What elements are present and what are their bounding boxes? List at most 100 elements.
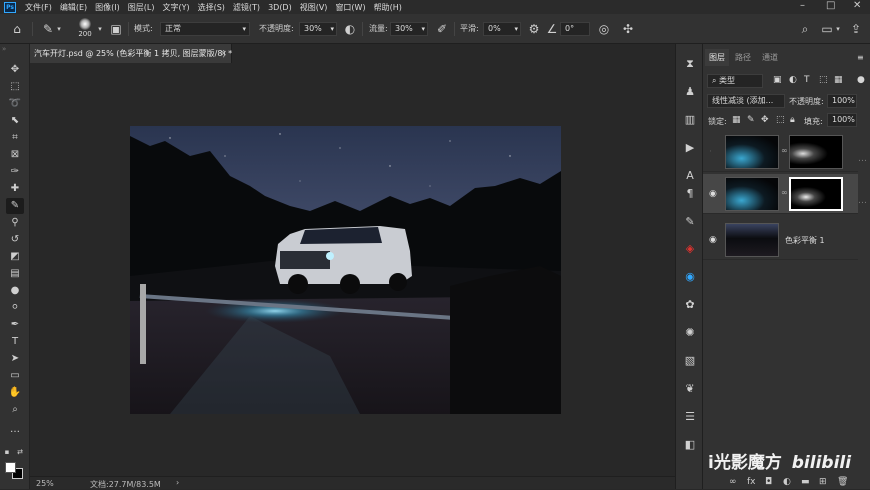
layer-opacity-input[interactable]: 100% <box>827 94 857 108</box>
document-tab[interactable]: 汽车开灯.psd @ 25% (色彩平衡 1 拷贝, 图层蒙版/8) * ✕ <box>30 44 232 63</box>
menu-image[interactable]: 图像(I) <box>91 2 124 13</box>
mode-select[interactable]: 正常 ▾ <box>160 22 250 36</box>
chevron-down-icon[interactable]: ▾ <box>55 21 63 37</box>
airbrush-icon[interactable]: ✐ <box>434 21 450 37</box>
visibility-eye-icon[interactable]: ◉ <box>709 189 717 199</box>
menu-filter[interactable]: 滤镜(T) <box>229 2 264 13</box>
menu-file[interactable]: 文件(F) <box>21 2 56 13</box>
layer-mask-thumbnail[interactable] <box>789 135 843 169</box>
close-tab-icon[interactable]: ✕ <box>220 44 227 63</box>
blend-mode-select[interactable]: 线性减淡 (添加... <box>707 94 785 108</box>
patterns-icon[interactable]: ❦ <box>681 381 699 397</box>
new-adjustment-icon[interactable]: ◐ <box>783 477 791 487</box>
navigator-icon[interactable]: ◧ <box>681 437 699 453</box>
symmetry-butterfly-icon[interactable]: ✣ <box>620 21 636 37</box>
new-group-icon[interactable]: ▬ <box>801 477 810 487</box>
link-icon[interactable]: ∞ <box>781 188 788 197</box>
pressure-opacity-icon[interactable]: ◐ <box>342 21 358 37</box>
histogram-icon[interactable]: ▥ <box>681 112 699 128</box>
filter-adjustment-icon[interactable]: ◐ <box>789 75 797 85</box>
menu-view[interactable]: 视图(V) <box>296 2 332 13</box>
filter-shape-icon[interactable]: ⬚ <box>819 75 828 85</box>
properties-icon[interactable]: ☰ <box>681 409 699 425</box>
brush-settings-icon[interactable]: ▣ <box>108 21 124 37</box>
type-tool-icon[interactable]: T <box>6 334 24 350</box>
smoothing-input[interactable]: 0% ▾ <box>483 22 521 36</box>
path-selection-tool-icon[interactable]: ➤ <box>6 351 24 367</box>
menu-select[interactable]: 选择(S) <box>194 2 229 13</box>
menu-help[interactable]: 帮助(H) <box>370 2 406 13</box>
lock-position-icon[interactable]: ✥ <box>761 115 769 125</box>
new-layer-icon[interactable]: ⊞ <box>819 477 827 487</box>
gradient-tool-icon[interactable]: ▤ <box>6 266 24 282</box>
menu-type[interactable]: 文字(Y) <box>158 2 193 13</box>
adjustments-icon[interactable]: ✺ <box>681 325 699 341</box>
workspace-icon[interactable]: ▭ <box>819 21 835 37</box>
foreground-color-swatch[interactable] <box>5 462 16 473</box>
more-tools-icon[interactable]: … <box>6 422 24 438</box>
menu-3d[interactable]: 3D(D) <box>264 3 296 12</box>
actions-play-icon[interactable]: ▶ <box>681 140 699 156</box>
panel-collapse-icon[interactable]: » <box>2 46 28 53</box>
pen-tool-icon[interactable]: ✒ <box>6 317 24 333</box>
layer-row[interactable]: ◉ 色彩平衡 1 <box>703 220 858 260</box>
brush-tool-icon[interactable]: ✎ <box>6 198 24 214</box>
panel-menu-icon[interactable]: ≡ <box>857 53 864 62</box>
maximize-icon[interactable]: □ <box>826 0 835 12</box>
search-icon[interactable]: ⌕ <box>797 21 813 37</box>
link-icon[interactable]: ∞ <box>781 146 788 155</box>
lasso-tool-icon[interactable]: ➰ <box>6 96 24 112</box>
home-icon[interactable]: ⌂ <box>9 21 25 37</box>
character-icon[interactable]: A <box>681 168 699 184</box>
layer-row[interactable]: · ∞ <box>703 132 858 172</box>
default-colors-icon[interactable]: ▪ <box>2 444 12 460</box>
frame-tool-icon[interactable]: ⊠ <box>6 147 24 163</box>
brush-tool-icon[interactable]: ✎ <box>40 21 56 37</box>
lock-artboard-icon[interactable]: ⬚ <box>776 115 785 125</box>
swap-colors-icon[interactable]: ⇄ <box>15 444 25 460</box>
visibility-eye-icon[interactable]: ◉ <box>709 235 717 245</box>
tab-channels[interactable]: 通道 <box>758 49 782 66</box>
crop-tool-icon[interactable]: ⌗ <box>6 130 24 146</box>
paragraph-icon[interactable]: ¶ <box>681 186 699 202</box>
pressure-size-icon[interactable]: ◎ <box>596 21 612 37</box>
libraries-icon[interactable]: ♟ <box>681 84 699 100</box>
zoom-level[interactable]: 25% <box>36 479 54 488</box>
zoom-tool-icon[interactable]: ⌕ <box>6 402 24 418</box>
rectangle-tool-icon[interactable]: ▭ <box>6 368 24 384</box>
lock-image-icon[interactable]: ✎ <box>747 115 755 125</box>
eyedropper-tool-icon[interactable]: ✑ <box>6 164 24 180</box>
gear-icon[interactable]: ⚙ <box>526 21 542 37</box>
share-icon[interactable]: ⇪ <box>848 21 864 37</box>
tab-layers[interactable]: 图层 <box>705 49 729 66</box>
document-canvas[interactable] <box>130 126 561 414</box>
marquee-tool-icon[interactable]: ⬚ <box>6 79 24 95</box>
chevron-down-icon[interactable]: ▾ <box>834 21 842 37</box>
history-icon[interactable]: ⧗ <box>681 56 699 72</box>
history-brush-tool-icon[interactable]: ↺ <box>6 232 24 248</box>
gradients-icon[interactable]: ▧ <box>681 353 699 369</box>
tab-paths[interactable]: 路径 <box>731 49 755 66</box>
filter-smart-object-icon[interactable]: ▦ <box>834 75 843 85</box>
healing-brush-tool-icon[interactable]: ✚ <box>6 181 24 197</box>
styles-icon[interactable]: ✿ <box>681 297 699 313</box>
chevron-down-icon[interactable]: ▾ <box>96 21 104 37</box>
menu-window[interactable]: 窗口(W) <box>331 2 369 13</box>
chevron-right-icon[interactable]: › <box>176 478 179 487</box>
angle-input[interactable]: 0° <box>560 22 590 36</box>
filter-toggle-icon[interactable]: ● <box>857 75 865 85</box>
layers-scrollbar[interactable]: … … <box>858 132 868 262</box>
filter-type-icon[interactable]: T <box>804 75 810 85</box>
object-selection-tool-icon[interactable]: ⬉ <box>6 113 24 129</box>
eraser-tool-icon[interactable]: ◩ <box>6 249 24 265</box>
menu-layer[interactable]: 图层(L) <box>124 2 159 13</box>
visibility-off-icon[interactable]: · <box>709 147 712 157</box>
trash-icon[interactable]: 🗑︎ <box>837 477 848 487</box>
lock-all-icon[interactable]: 🔒︎ <box>790 115 795 125</box>
clone-stamp-tool-icon[interactable]: ⚲ <box>6 215 24 231</box>
brush-settings-icon[interactable]: ✎ <box>681 214 699 230</box>
fill-input[interactable]: 100% <box>827 113 857 127</box>
opacity-input[interactable]: 30% ▾ <box>299 22 337 36</box>
blur-tool-icon[interactable]: ● <box>6 283 24 299</box>
hand-tool-icon[interactable]: ✋ <box>6 385 24 401</box>
